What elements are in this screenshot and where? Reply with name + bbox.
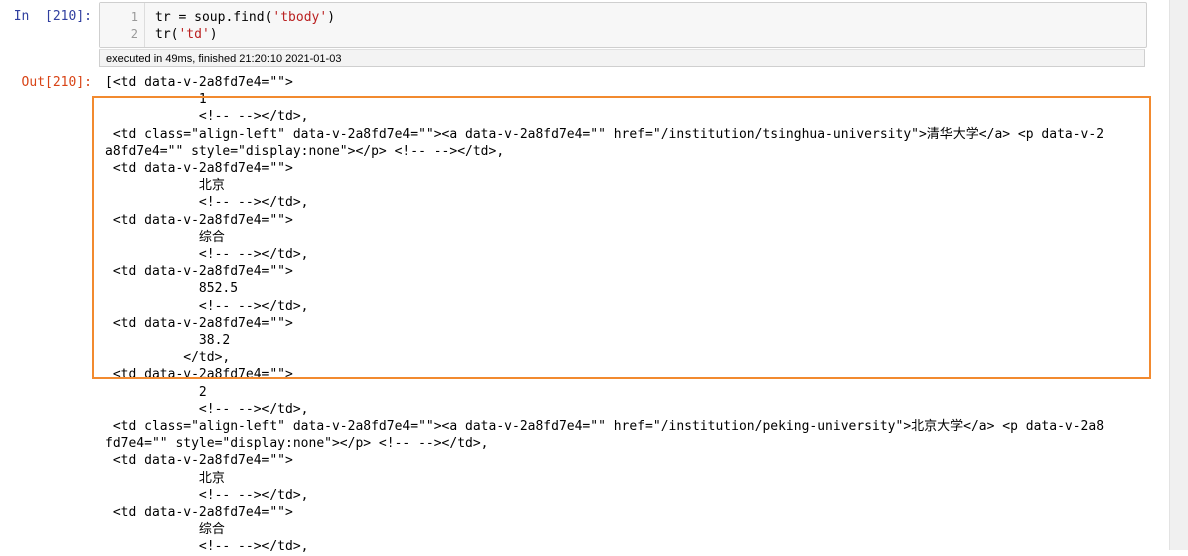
output-line: 综合 <box>105 522 225 538</box>
output-line: <td data-v-2a8fd7e4=""> <box>105 367 293 383</box>
output-area: [<td data-v-2a8fd7e4=""> 1 <!-- --></td>… <box>105 74 1145 556</box>
output-line: 北京 <box>105 178 225 194</box>
code-input-area[interactable]: 1 2 tr = soup.find('tbody') tr('td') <box>99 2 1147 48</box>
output-prompt: Out[210]: <box>21 75 92 90</box>
output-line: 1 <box>105 92 207 108</box>
code-line-2[interactable]: tr('td') <box>155 26 218 43</box>
scrollbar[interactable] <box>1169 0 1188 550</box>
output-line: <td class="align-left" data-v-2a8fd7e4="… <box>105 126 1105 142</box>
line-number-gutter: 1 2 <box>100 3 145 47</box>
input-prompt: In [210]: <box>13 9 92 24</box>
output-line: [<td data-v-2a8fd7e4=""> <box>105 75 293 90</box>
code-line-1[interactable]: tr = soup.find('tbody') <box>155 9 335 26</box>
output-line: <!-- --></td>, <box>105 298 309 314</box>
output-line: <td data-v-2a8fd7e4=""> <box>105 212 293 228</box>
output-line: <!-- --></td>, <box>105 487 309 503</box>
code-text: ) <box>209 27 218 42</box>
output-line: <td data-v-2a8fd7e4=""> <box>105 264 293 280</box>
output-line: <td data-v-2a8fd7e4=""> <box>105 505 293 521</box>
code-text: tr( <box>155 27 179 42</box>
output-line: <!-- --></td>, <box>105 247 309 263</box>
output-line: <td data-v-2a8fd7e4=""> <box>105 453 293 469</box>
execution-info: executed in 49ms, finished 21:20:10 2021… <box>99 49 1145 67</box>
code-text: ) <box>327 10 336 25</box>
line-number-1: 1 <box>130 10 138 24</box>
output-line: </td>, <box>105 350 231 366</box>
code-string: 'td' <box>178 27 210 42</box>
output-line: 2 <box>105 384 207 400</box>
output-line: fd7e4="" style="display:none"></p> <!-- … <box>105 436 489 452</box>
output-line: 38.2 <box>105 333 231 349</box>
output-line: <!-- --></td>, <box>105 539 309 555</box>
code-text: tr = soup.find( <box>155 10 273 25</box>
output-line: <!-- --></td>, <box>105 195 309 211</box>
output-line: <td class="align-left" data-v-2a8fd7e4="… <box>105 419 1105 435</box>
output-line: 北京 <box>105 470 225 486</box>
line-number-2: 2 <box>130 27 138 41</box>
output-line: 852.5 <box>105 281 239 297</box>
output-line: <td data-v-2a8fd7e4=""> <box>105 161 293 177</box>
output-line: 综合 <box>105 229 225 245</box>
code-string: 'tbody' <box>272 10 328 25</box>
output-line: <td data-v-2a8fd7e4=""> <box>105 315 293 331</box>
output-line: a8fd7e4="" style="display:none"></p> <!-… <box>105 143 505 159</box>
output-line: <!-- --></td>, <box>105 109 309 125</box>
output-line: <!-- --></td>, <box>105 401 309 417</box>
